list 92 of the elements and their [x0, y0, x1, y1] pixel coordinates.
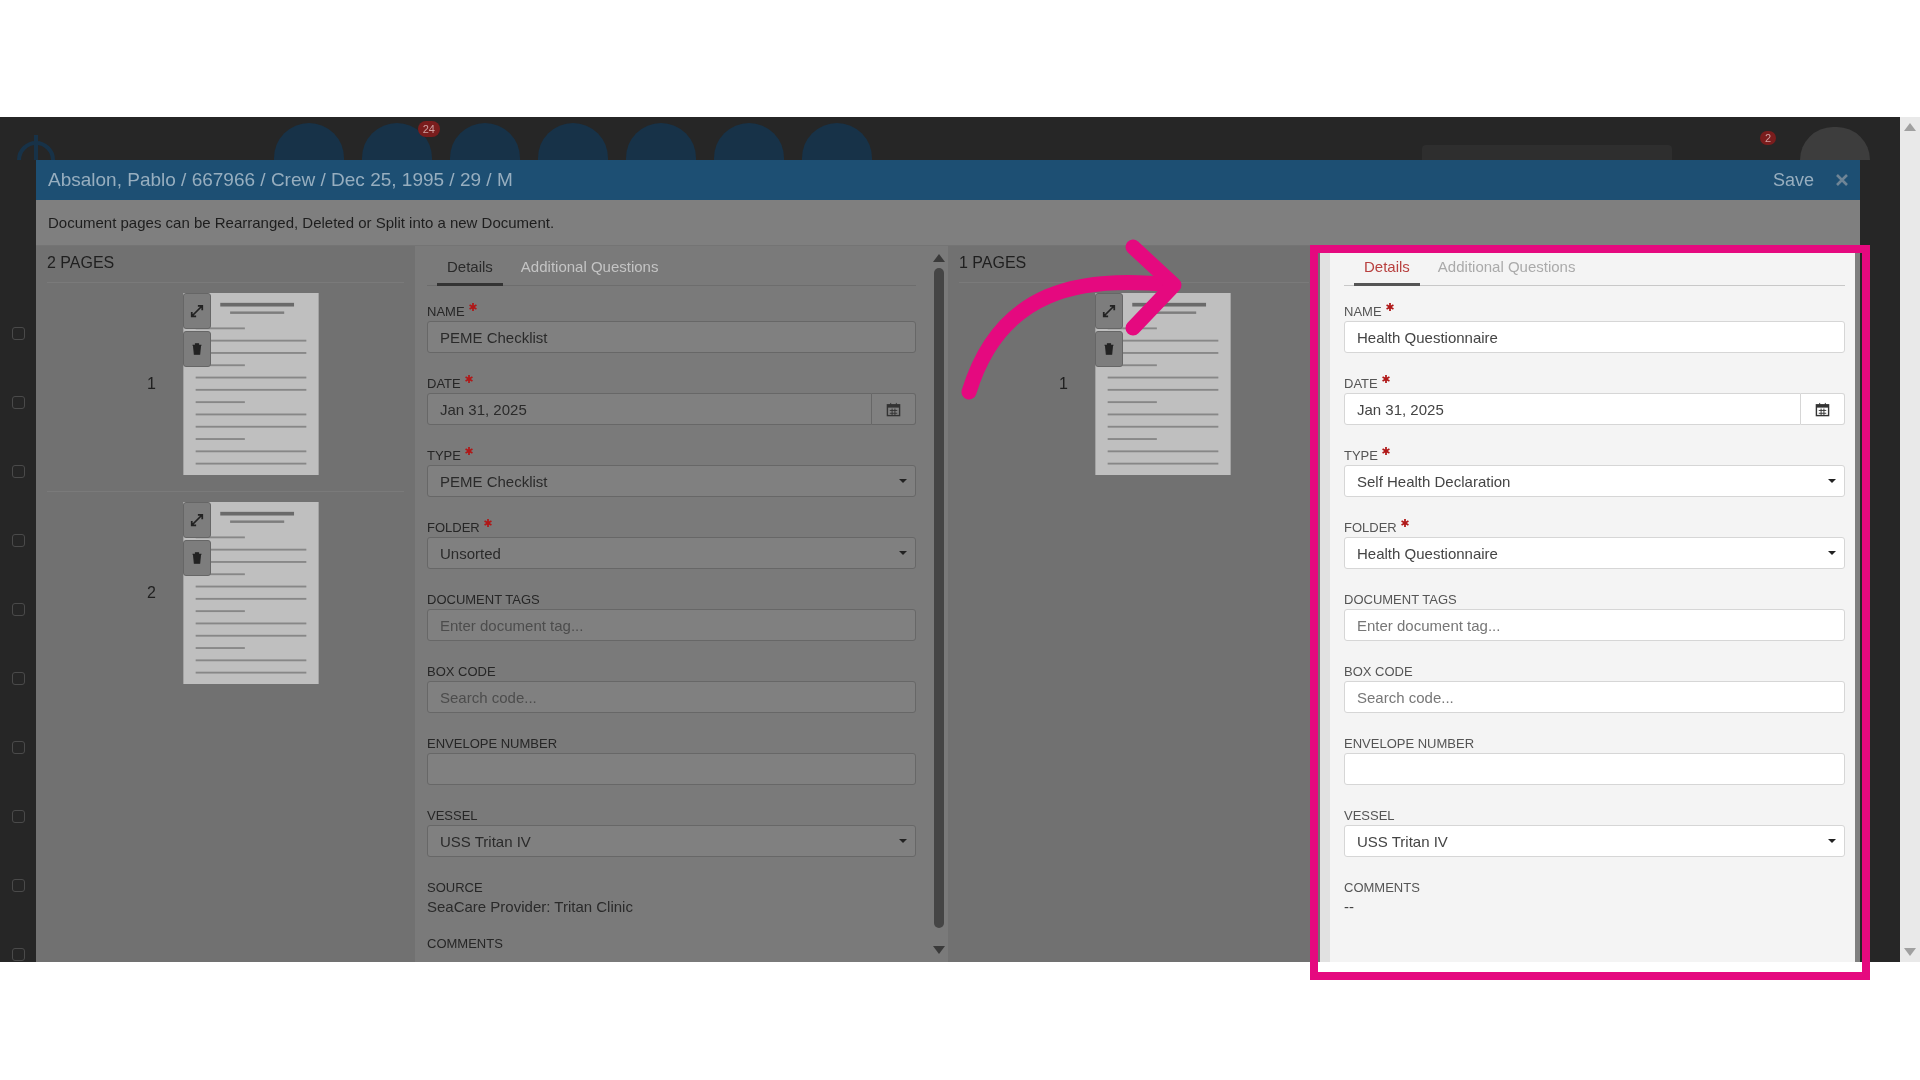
required-icon: [464, 447, 473, 455]
dropdown[interactable]: USS Tritan IV: [427, 825, 916, 857]
date-field[interactable]: Jan 31, 2025: [427, 393, 872, 425]
field-label: BOX CODE: [1344, 663, 1413, 681]
dropdown[interactable]: Unsorted: [427, 537, 916, 569]
field-label: FOLDER: [1344, 519, 1397, 537]
tab[interactable]: Details: [437, 256, 503, 286]
required-icon: [483, 519, 492, 527]
required-icon: [1400, 519, 1409, 527]
field-label: DOCUMENT TAGS: [427, 591, 540, 609]
page-number: 1: [147, 375, 157, 393]
page-thumbnail[interactable]: [1095, 293, 1231, 475]
field-label: NAME: [427, 303, 465, 321]
dropdown[interactable]: USS Tritan IV: [1344, 825, 1845, 857]
scroll-up-icon[interactable]: [933, 254, 945, 262]
modal-title: Absalon, Pablo / 667966 / Crew / Dec 25, 1995 / 29 / M: [48, 169, 514, 191]
required-icon: [1381, 375, 1390, 383]
field-label: COMMENTS: [427, 935, 503, 953]
expand-button[interactable]: [1095, 293, 1123, 329]
checkbox[interactable]: [11, 948, 25, 961]
caret-icon: [899, 479, 907, 483]
expand-button[interactable]: [183, 293, 211, 329]
tab[interactable]: Additional Questions: [510, 256, 669, 286]
tab[interactable]: Details: [1354, 256, 1420, 286]
checkbox[interactable]: [11, 465, 25, 478]
date-field[interactable]: Jan 31, 2025: [1344, 393, 1801, 425]
checkbox[interactable]: [11, 603, 25, 616]
page-number: 1: [1059, 375, 1069, 393]
caret-icon: [899, 839, 907, 843]
field-label: DATE: [1344, 375, 1378, 393]
dropdown[interactable]: Self Health Declaration: [1344, 465, 1845, 497]
text-field[interactable]: PEME Checklist: [427, 321, 916, 353]
tab[interactable]: Additional Questions: [1427, 256, 1586, 286]
field-label: FOLDER: [427, 519, 480, 537]
checkbox[interactable]: [11, 741, 25, 754]
field-label: VESSEL: [427, 807, 478, 825]
dropdown[interactable]: Health Questionnaire: [1344, 537, 1845, 569]
notification-badge: 2: [1760, 131, 1777, 145]
page-count: 1 PAGES: [959, 254, 1028, 273]
field-label: DOCUMENT TAGS: [1344, 591, 1457, 609]
caret-icon: [1828, 551, 1836, 555]
field-label: ENVELOPE NUMBER: [427, 735, 558, 753]
field-label: TYPE: [1344, 447, 1378, 465]
text-field[interactable]: [427, 753, 916, 785]
text-field[interactable]: Health Questionnaire: [1344, 321, 1845, 353]
field-label: BOX CODE: [427, 663, 496, 681]
checkbox[interactable]: [11, 810, 25, 823]
delete-button[interactable]: [1095, 331, 1123, 367]
delete-button[interactable]: [183, 331, 211, 367]
field-label: COMMENTS: [1344, 879, 1420, 897]
checkbox[interactable]: [11, 396, 25, 409]
save-button[interactable]: Save: [1772, 169, 1814, 191]
expand-button[interactable]: [183, 502, 211, 538]
field-value: SeaCare Provider: Tritan Clinic: [427, 897, 634, 917]
trash-icon: [1103, 342, 1115, 356]
field-label: VESSEL: [1344, 807, 1395, 825]
page-thumbnail[interactable]: [183, 293, 319, 475]
close-icon[interactable]: [1836, 174, 1848, 186]
caret-icon: [899, 551, 907, 555]
trash-icon: [191, 342, 203, 356]
caret-icon: [1828, 839, 1836, 843]
calendar-icon: [886, 401, 901, 417]
dropdown[interactable]: PEME Checklist: [427, 465, 916, 497]
scroll-up-icon[interactable]: [1904, 123, 1916, 131]
checkbox[interactable]: [11, 879, 25, 892]
expand-icon: [190, 304, 204, 318]
required-icon: [1385, 303, 1394, 311]
required-icon: [1381, 447, 1390, 455]
calendar-icon: [1815, 401, 1830, 417]
field-label: SOURCE: [427, 879, 483, 897]
scroll-down-icon[interactable]: [1904, 948, 1916, 956]
scrollbar-thumb[interactable]: [934, 268, 944, 928]
checkbox[interactable]: [11, 672, 25, 685]
required-icon: [464, 375, 473, 383]
count-badge: 24: [417, 121, 440, 137]
field-label: NAME: [1344, 303, 1382, 321]
field-label: DATE: [427, 375, 461, 393]
scroll-down-icon[interactable]: [933, 946, 945, 954]
page-thumbnail[interactable]: [183, 502, 319, 684]
delete-button[interactable]: [183, 540, 211, 576]
trash-icon: [191, 551, 203, 565]
checkbox[interactable]: [11, 327, 25, 340]
expand-icon: [190, 513, 204, 527]
required-icon: [468, 303, 477, 311]
field-value: --: [1344, 897, 1355, 917]
page-number: 2: [147, 584, 157, 602]
page-count: 2 PAGES: [47, 254, 116, 273]
field-label: ENVELOPE NUMBER: [1344, 735, 1475, 753]
expand-icon: [1102, 304, 1116, 318]
field-label: TYPE: [427, 447, 461, 465]
checkbox[interactable]: [11, 534, 25, 547]
caret-icon: [1828, 479, 1836, 483]
